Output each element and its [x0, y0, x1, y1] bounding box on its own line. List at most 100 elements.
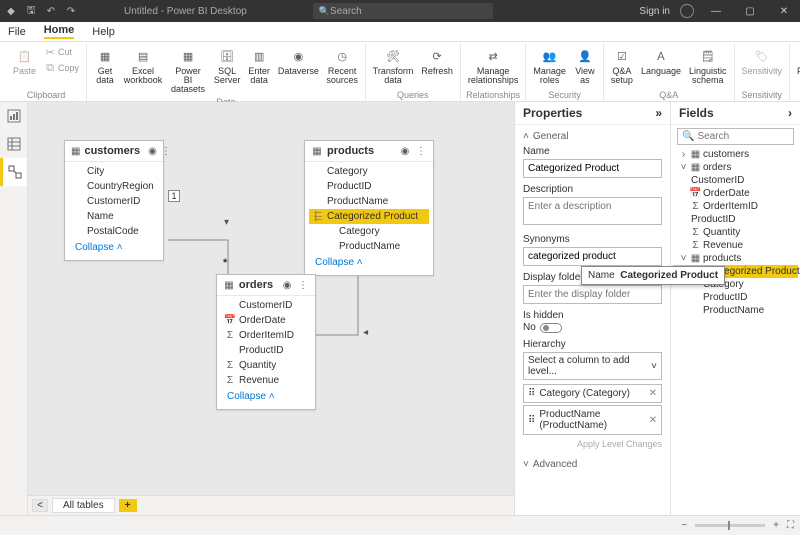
maximize-button[interactable]: ▢: [738, 0, 762, 22]
field-tree-column[interactable]: ProductName: [673, 304, 798, 317]
close-button[interactable]: ✕: [772, 0, 796, 22]
field-row[interactable]: ProductName: [309, 194, 429, 209]
visibility-icon[interactable]: ◉: [399, 145, 411, 157]
field-tree-column[interactable]: ΣRevenue: [673, 239, 798, 252]
field-row[interactable]: ΣRevenue: [221, 373, 311, 388]
hierarchy-select[interactable]: Select a column to add level...˅: [523, 352, 662, 380]
data-view-button[interactable]: [0, 130, 27, 158]
redo-icon[interactable]: ↷: [64, 4, 78, 18]
refresh-button[interactable]: ⟳Refresh: [418, 44, 456, 78]
zoom-out-button[interactable]: −: [681, 520, 687, 531]
more-icon[interactable]: ⋮: [161, 145, 171, 157]
language-button[interactable]: ＡLanguage: [638, 44, 684, 78]
copy-button[interactable]: ⧉Copy: [41, 60, 82, 76]
sensitivity-button[interactable]: 🏷Sensitivity: [739, 44, 786, 78]
collapse-link[interactable]: Collapse ˄: [221, 388, 311, 405]
field-row[interactable]: CustomerID: [221, 298, 311, 313]
recent-sources-button[interactable]: ◷Recent sources: [324, 44, 361, 87]
visibility-icon[interactable]: ◉: [281, 279, 293, 291]
minimize-button[interactable]: —: [704, 0, 728, 22]
tab-back-button[interactable]: <: [32, 499, 48, 512]
zoom-in-button[interactable]: +: [773, 520, 779, 531]
field-tree-column[interactable]: ProductID: [673, 213, 798, 226]
publish-button[interactable]: ⇪Publish: [794, 44, 800, 78]
model-view-button[interactable]: [0, 158, 27, 186]
is-hidden-toggle[interactable]: No: [515, 322, 570, 339]
more-icon[interactable]: ⋮: [415, 145, 427, 157]
transform-data-button[interactable]: 🛠Transform data: [370, 44, 417, 87]
collapse-link[interactable]: Collapse ˄: [309, 254, 429, 271]
drag-handle-icon[interactable]: ⠿: [528, 415, 535, 426]
section-general[interactable]: ˄General: [515, 127, 670, 146]
name-input[interactable]: [523, 159, 662, 178]
field-tree-column[interactable]: ΣQuantity: [673, 226, 798, 239]
user-avatar[interactable]: [680, 4, 694, 18]
collapse-panel-icon[interactable]: »: [655, 106, 662, 120]
field-row[interactable]: CustomerID: [69, 194, 159, 209]
hierarchy-level-row[interactable]: Category: [309, 224, 429, 239]
menu-file[interactable]: File: [8, 26, 26, 38]
field-tree-table[interactable]: ›▦customers: [673, 148, 798, 161]
cut-button[interactable]: ✂Cut: [41, 44, 82, 60]
collapse-link[interactable]: Collapse ˄: [69, 239, 159, 256]
manage-relationships-button[interactable]: ⇄Manage relationships: [465, 44, 522, 87]
model-canvas[interactable]: 1 ▾ * 1 * ▾ ▦customers◉⋮ City CountryReg…: [28, 102, 514, 515]
field-tree-table[interactable]: ˅▦orders: [673, 161, 798, 174]
save-icon[interactable]: 🖫: [24, 4, 38, 18]
drag-handle-icon[interactable]: ⠿: [528, 388, 535, 399]
tab-all-tables[interactable]: All tables: [52, 498, 115, 513]
tab-add-button[interactable]: +: [119, 499, 137, 512]
field-tree-column[interactable]: ProductID: [673, 291, 798, 304]
linguistic-schema-button[interactable]: 🗒Linguistic schema: [686, 44, 730, 87]
dataverse-button[interactable]: ◉Dataverse: [275, 44, 321, 78]
menu-home[interactable]: Home: [44, 24, 75, 39]
more-icon[interactable]: ⋮: [297, 279, 309, 291]
table-card-customers[interactable]: ▦customers◉⋮ City CountryRegion Customer…: [64, 140, 164, 261]
field-tree-column[interactable]: CustomerID: [673, 174, 798, 187]
field-tree-column[interactable]: 📅OrderDate: [673, 187, 798, 200]
sign-in-link[interactable]: Sign in: [639, 6, 670, 17]
collapse-panel-icon[interactable]: ›: [788, 106, 792, 120]
report-view-button[interactable]: [0, 102, 27, 130]
pbi-datasets-button[interactable]: ▦Power BI datasets: [167, 44, 209, 96]
synonyms-input[interactable]: [523, 247, 662, 266]
section-advanced[interactable]: ˅Advanced: [515, 455, 670, 474]
global-search-input[interactable]: [330, 6, 487, 17]
field-row[interactable]: Name: [69, 209, 159, 224]
get-data-button[interactable]: ▦Get data: [91, 44, 119, 87]
field-row[interactable]: PostalCode: [69, 224, 159, 239]
hierarchy-level-item[interactable]: ⠿ProductName (ProductName)✕: [523, 405, 662, 435]
excel-button[interactable]: ▤Excel workbook: [121, 44, 165, 87]
field-row[interactable]: ProductID: [221, 343, 311, 358]
sql-server-button[interactable]: 🗄SQL Server: [211, 44, 243, 87]
global-search[interactable]: 🔍: [313, 3, 493, 19]
view-as-button[interactable]: 👤View as: [571, 44, 599, 87]
qa-setup-button[interactable]: ☑Q&A setup: [608, 44, 636, 87]
field-row[interactable]: Category: [309, 164, 429, 179]
remove-level-button[interactable]: ✕: [649, 415, 657, 426]
hierarchy-row-selected[interactable]: ⬱Categorized Product: [309, 209, 429, 224]
enter-data-button[interactable]: ▥Enter data: [245, 44, 273, 87]
field-row[interactable]: ΣQuantity: [221, 358, 311, 373]
menu-help[interactable]: Help: [92, 26, 115, 38]
hierarchy-level-row[interactable]: ProductName: [309, 239, 429, 254]
undo-icon[interactable]: ↶: [44, 4, 58, 18]
paste-button[interactable]: 📋 Paste: [10, 44, 39, 78]
field-row[interactable]: City: [69, 164, 159, 179]
table-card-products[interactable]: ▦products◉⋮ Category ProductID ProductNa…: [304, 140, 434, 276]
table-card-orders[interactable]: ▦orders◉⋮ CustomerID 📅OrderDate ΣOrderIt…: [216, 274, 316, 410]
field-tree-table[interactable]: ˅▦products: [673, 252, 798, 265]
visibility-icon[interactable]: ◉: [148, 145, 157, 157]
field-row[interactable]: 📅OrderDate: [221, 313, 311, 328]
field-row[interactable]: CountryRegion: [69, 179, 159, 194]
field-row[interactable]: ProductID: [309, 179, 429, 194]
field-tree-column[interactable]: ΣOrderItemID: [673, 200, 798, 213]
description-input[interactable]: [523, 197, 662, 225]
hierarchy-level-item[interactable]: ⠿Category (Category)✕: [523, 384, 662, 403]
manage-roles-button[interactable]: 👥Manage roles: [530, 44, 569, 87]
remove-level-button[interactable]: ✕: [649, 388, 657, 399]
apply-level-changes[interactable]: Apply Level Changes: [515, 437, 670, 455]
zoom-slider[interactable]: [695, 524, 765, 527]
fields-search-input[interactable]: [697, 131, 789, 142]
fields-search[interactable]: 🔍: [677, 128, 794, 145]
